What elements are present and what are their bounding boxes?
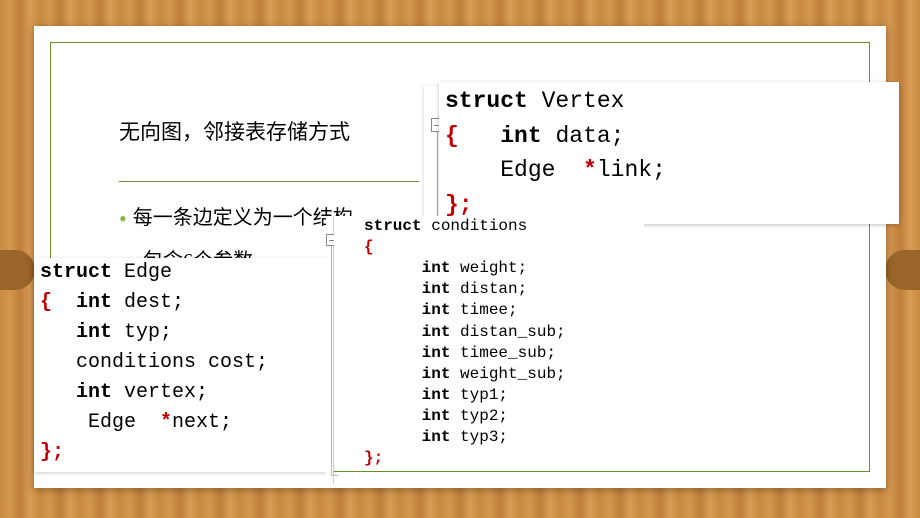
bullet-icon: • xyxy=(119,206,127,231)
fold-gutter-conditions xyxy=(326,216,334,484)
title-underline xyxy=(119,181,419,182)
code-conditions: struct conditions { int weight; int dist… xyxy=(334,216,644,469)
code-edge: struct Edge { int dest; int typ; conditi… xyxy=(34,258,334,472)
bg-shadow-right xyxy=(885,250,920,290)
fold-line-conditions xyxy=(331,246,332,476)
fold-line-vertex xyxy=(437,132,438,220)
slide: 无向图，邻接表存储方式 •每一条边定义为一个结构， 包含6个参数。 struct… xyxy=(34,26,886,488)
bg-shadow-left xyxy=(0,250,35,290)
code-vertex: struct Vertex { int data; Edge *link; }; xyxy=(439,82,899,224)
slide-title: 无向图，邻接表存储方式 xyxy=(119,116,350,146)
